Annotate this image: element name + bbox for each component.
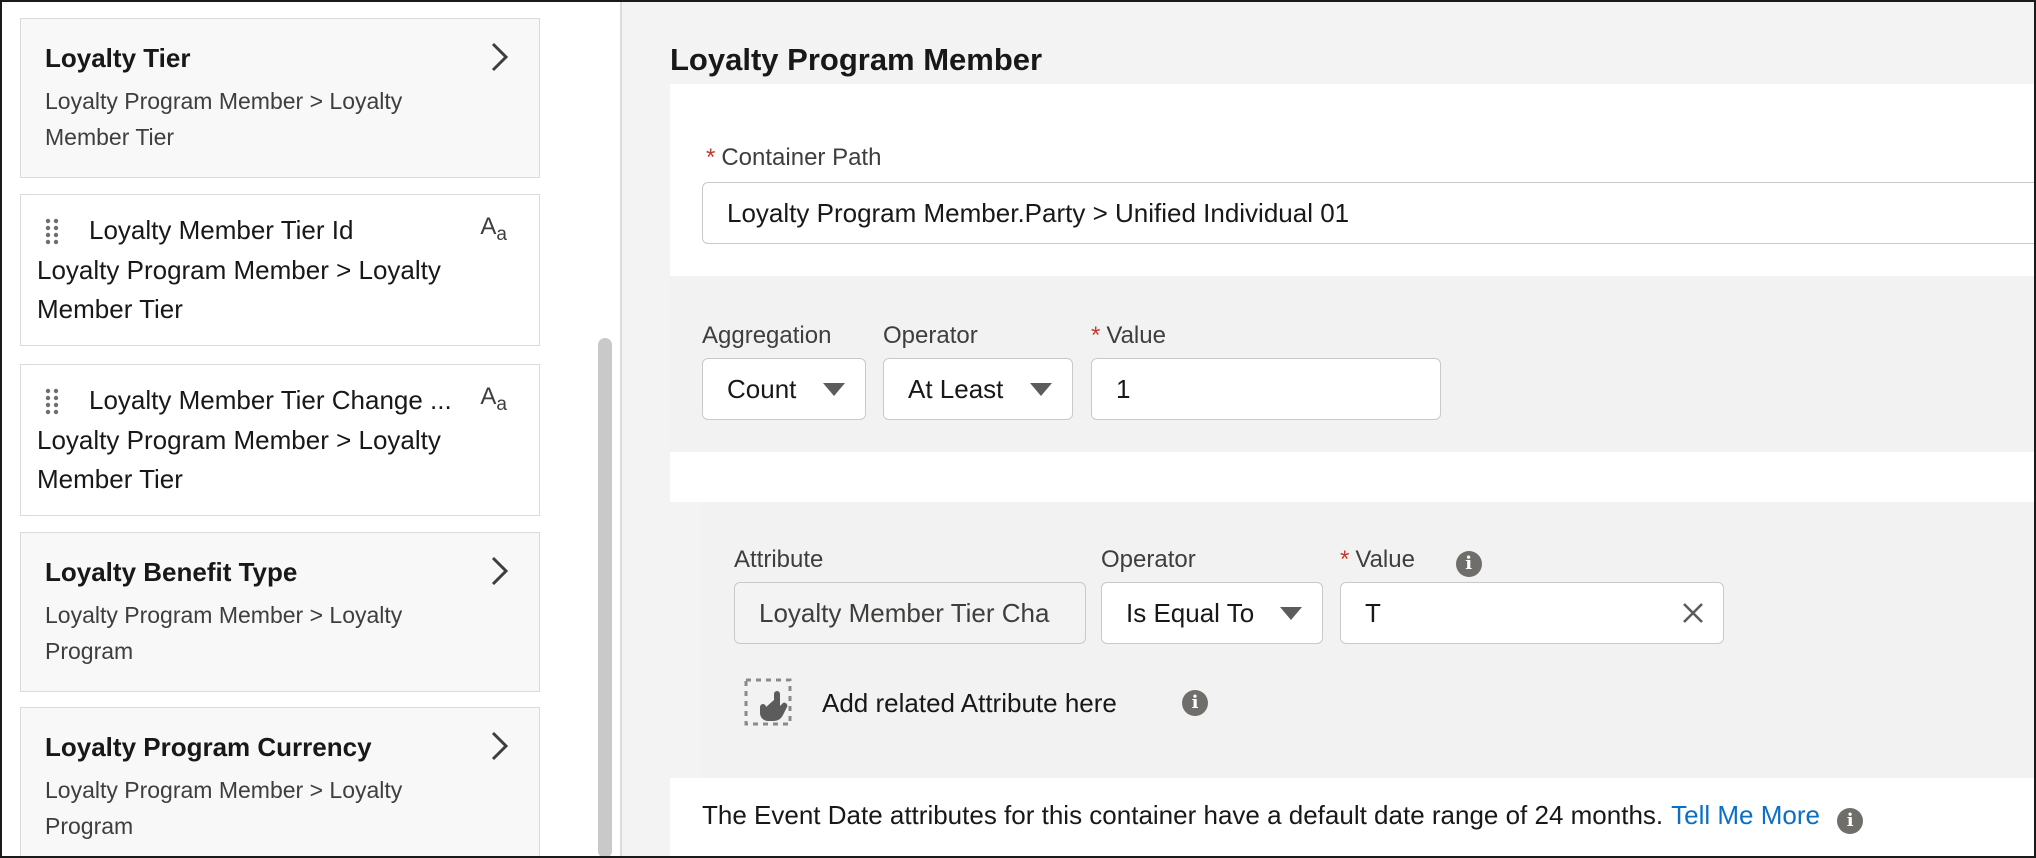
group-path: Loyalty Program Member > Loyalty Program <box>45 602 403 664</box>
group-path: Loyalty Program Member > Loyalty Program <box>45 777 403 839</box>
aggregation-panel: Aggregation Count Operator At Least * Val… <box>670 276 2034 452</box>
drag-handle-icon[interactable] <box>43 217 61 245</box>
container-path-input[interactable]: Loyalty Program Member.Party > Unified I… <box>702 182 2034 244</box>
spacer <box>670 452 2034 502</box>
container-path-panel: * Container Path Loyalty Program Member.P… <box>670 84 2034 276</box>
attribute-library-sidebar: Loyalty Tier Loyalty Program Member > Lo… <box>2 2 592 856</box>
attribute-path: Loyalty Program Member > Loyalty Member … <box>37 255 441 324</box>
chevron-right-icon[interactable] <box>481 39 517 75</box>
aggregation-label: Aggregation <box>702 322 832 349</box>
group-title: Loyalty Benefit Type <box>45 557 298 587</box>
tell-me-more-link[interactable]: Tell Me More <box>1671 800 1820 830</box>
operator-label: Operator <box>883 322 978 349</box>
aggregation-select[interactable]: Count <box>702 358 866 420</box>
container-title: Loyalty Program Member <box>670 42 1043 77</box>
attribute-name: Loyalty Member Tier Change ... <box>89 385 452 415</box>
group-card-loyalty-program-currency[interactable]: Loyalty Program Currency Loyalty Program… <box>20 707 540 856</box>
operator-select[interactable]: At Least <box>883 358 1073 420</box>
clear-icon[interactable] <box>1681 601 1705 625</box>
scrollbar-thumb[interactable] <box>598 338 612 856</box>
attribute-value-input[interactable]: T <box>1340 582 1724 644</box>
info-icon[interactable]: i <box>1455 551 1482 577</box>
chevron-down-icon <box>1030 383 1052 396</box>
attribute-operator-select[interactable]: Is Equal To <box>1101 582 1323 644</box>
chevron-right-icon[interactable] <box>481 728 517 764</box>
chevron-down-icon <box>823 383 845 396</box>
attribute-operator-label: Operator <box>1101 546 1196 573</box>
attribute-path: Loyalty Program Member > Loyalty Member … <box>37 425 441 494</box>
drag-handle-icon[interactable] <box>43 387 61 415</box>
group-title: Loyalty Tier <box>45 43 191 73</box>
attribute-name: Loyalty Member Tier Id <box>89 215 354 245</box>
date-range-note: The Event Date attributes for this conta… <box>702 800 1864 834</box>
info-icon[interactable]: i <box>1182 690 1208 716</box>
text-type-icon: Aa <box>480 213 507 245</box>
group-card-loyalty-tier[interactable]: Loyalty Tier Loyalty Program Member > Lo… <box>20 18 540 178</box>
drop-target-icon <box>744 678 792 726</box>
attribute-value-label: * Value i <box>1340 546 1482 577</box>
attribute-label: Attribute <box>734 546 824 573</box>
attribute-filter-block: Attribute Loyalty Member Tier Cha Operat… <box>702 502 2034 778</box>
attribute-card-loyalty-member-tier-id[interactable]: Loyalty Member Tier Id Aa Loyalty Progra… <box>20 194 540 346</box>
container-editor: Loyalty Program Member * Container Path L… <box>622 2 2034 856</box>
attribute-field: Loyalty Member Tier Cha <box>734 582 1086 644</box>
value-input[interactable]: 1 <box>1091 358 1441 420</box>
chevron-down-icon <box>1280 607 1302 620</box>
container-path-label: * Container Path <box>706 144 882 171</box>
group-title: Loyalty Program Currency <box>45 732 372 762</box>
chevron-right-icon[interactable] <box>481 553 517 589</box>
info-icon[interactable]: i <box>1837 808 1864 834</box>
group-path: Loyalty Program Member > Loyalty Member … <box>45 88 403 150</box>
text-type-icon: Aa <box>480 383 507 415</box>
value-label: * Value <box>1091 322 1166 349</box>
group-card-loyalty-benefit-type[interactable]: Loyalty Benefit Type Loyalty Program Mem… <box>20 532 540 692</box>
app-window: Loyalty Tier Loyalty Program Member > Lo… <box>0 0 2036 858</box>
sidebar-scrollbar[interactable] <box>592 2 622 856</box>
attribute-card-loyalty-member-tier-change[interactable]: Loyalty Member Tier Change ... Aa Loyalt… <box>20 364 540 516</box>
add-related-attribute-text: Add related Attribute here <box>822 688 1117 718</box>
